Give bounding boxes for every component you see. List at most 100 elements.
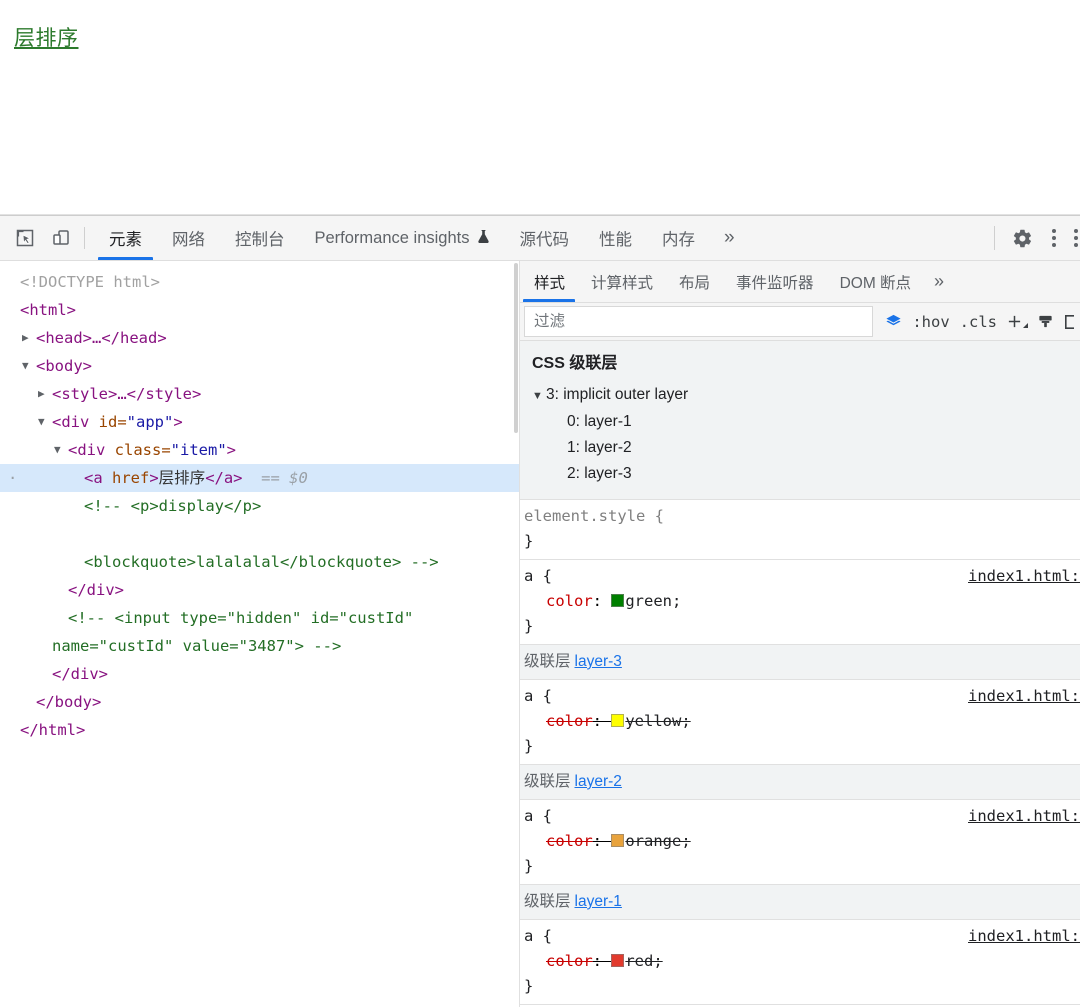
declaration-value[interactable]: orange; [625, 832, 690, 850]
dom-node-html-close[interactable]: </html> [0, 716, 519, 744]
expand-triangle-icon[interactable]: ▶ [38, 380, 52, 408]
tab-dom-breakpoints[interactable]: DOM 断点 [827, 261, 924, 302]
cascade-layer-item-2[interactable]: 2: layer-3 [520, 461, 1080, 487]
cascade-layer-root[interactable]: ▼ 3: implicit outer layer [520, 382, 1080, 409]
hover-state-button[interactable]: :hov [912, 313, 949, 331]
tab-styles[interactable]: 样式 [520, 261, 578, 302]
expand-triangle-icon[interactable]: ▼ [22, 352, 36, 380]
cascade-layer-item-0[interactable]: 0: layer-1 [520, 409, 1080, 435]
style-rule-selector[interactable]: a { [524, 564, 552, 589]
expand-triangle-icon[interactable]: ▼ [38, 408, 52, 436]
dom-node-style[interactable]: ▶ <style>…</style> [0, 380, 519, 408]
device-toolbar-icon[interactable] [48, 225, 74, 251]
style-rule-selector[interactable]: a { [524, 924, 552, 949]
declaration-value[interactable]: yellow; [625, 712, 690, 730]
styles-filter-input[interactable] [524, 306, 874, 337]
style-rule-origin-link[interactable]: index1.html: [968, 804, 1080, 829]
styles-pane-scrollbar[interactable] [1074, 341, 1080, 1007]
print-media-button[interactable] [1037, 313, 1054, 330]
dom-token-ellip: … [92, 329, 102, 347]
declaration-property[interactable]: color [546, 592, 593, 610]
dom-tree-pane[interactable]: <!DOCTYPE html> <html> ▶ <head>…</head> ▼ <bo… [0, 261, 520, 1007]
color-swatch-orange[interactable] [611, 834, 625, 847]
tab-sources[interactable]: 源代码 [505, 216, 585, 260]
expand-triangle-icon[interactable]: ▶ [22, 324, 36, 352]
declaration-property[interactable]: color [546, 952, 593, 970]
cascade-layer-bar-layer-3: 级联层 layer-3 [520, 645, 1080, 680]
expand-triangle-icon[interactable]: ▼ [54, 436, 68, 464]
style-declaration-color[interactable]: color: red; [524, 949, 1080, 974]
style-rule-selector[interactable]: a { [524, 804, 552, 829]
dom-node-html-open[interactable]: <html> [0, 296, 519, 324]
dom-node-comment-2[interactable]: <blockquote>lalalalal</blockquote> --> [0, 548, 519, 576]
dom-node-body-close[interactable]: </body> [0, 688, 519, 716]
dom-token-comment: name="custId" value="3487"> --> [52, 637, 342, 655]
kebab-menu-icon[interactable] [1039, 223, 1069, 253]
declaration-property[interactable]: color [546, 712, 593, 730]
dom-token-text: 层排序 [158, 469, 206, 487]
dom-node-div-item-close[interactable]: </div> [0, 576, 519, 604]
dom-node-doctype[interactable]: <!DOCTYPE html> [0, 268, 519, 296]
cascade-layer-bar-layer-1: 级联层 layer-1 [520, 885, 1080, 920]
inspect-element-icon[interactable] [12, 225, 38, 251]
style-declaration-color[interactable]: color: orange; [524, 829, 1080, 854]
style-rule-origin-link[interactable]: index1.html: [968, 564, 1080, 589]
styles-more-tabs-button[interactable]: » [924, 261, 954, 302]
gear-icon[interactable] [1007, 223, 1037, 253]
cascade-layer-link-layer-2[interactable]: layer-2 [575, 773, 622, 790]
tab-event-listeners[interactable]: 事件监听器 [723, 261, 827, 302]
style-declaration-color[interactable]: color: green; [524, 589, 1080, 614]
tab-performance[interactable]: 性能 [584, 216, 647, 260]
styles-pane: 样式 计算样式 布局 事件监听器 DOM 断点 » :hov .cls [520, 261, 1080, 1007]
tab-computed[interactable]: 计算样式 [578, 261, 666, 302]
computed-sidebar-button[interactable] [1064, 314, 1078, 330]
cascade-layer-link-layer-3[interactable]: layer-3 [575, 653, 622, 670]
declaration-value[interactable]: red; [625, 952, 662, 970]
dom-node-comment-1[interactable]: <!-- <p>display</p> [0, 492, 519, 520]
dom-token-attrn: id= [98, 413, 127, 431]
tab-layout[interactable]: 布局 [666, 261, 723, 302]
dom-node-a-node[interactable]: · <a href>层排序</a> == $0 [0, 464, 519, 492]
devtools-panel: 元素 网络 控制台 Performance insights 源代码 性能 内存… [0, 215, 1080, 1007]
dom-node-div-item[interactable]: ▼ <div class="item"> [0, 436, 519, 464]
tab-network[interactable]: 网络 [157, 216, 220, 260]
dom-node-div-app[interactable]: ▼ <div id="app"> [0, 408, 519, 436]
color-swatch-red[interactable] [611, 954, 625, 967]
style-rule-selector[interactable]: element.style { [524, 504, 664, 529]
dom-node-head[interactable]: ▶ <head>…</head> [0, 324, 519, 352]
dom-node-div-app-close[interactable]: </div> [0, 660, 519, 688]
tab-console[interactable]: 控制台 [220, 216, 300, 260]
tab-elements[interactable]: 元素 [94, 216, 157, 260]
color-swatch-green[interactable] [611, 594, 625, 607]
cascade-layer-link-layer-1[interactable]: layer-1 [575, 893, 622, 910]
toggle-layers-icon[interactable] [885, 313, 902, 330]
tab-memory-label: 内存 [662, 231, 695, 249]
page-anchor-link[interactable]: 层排序 [14, 22, 79, 52]
dom-token-tag: </style> [126, 385, 202, 403]
dom-pane-scrollbar[interactable] [513, 261, 519, 1007]
color-swatch-yellow[interactable] [611, 714, 625, 727]
style-rule-origin-link[interactable]: index1.html: [968, 924, 1080, 949]
dom-node-comment-3b[interactable]: name="custId" value="3487"> --> [0, 632, 519, 660]
dom-node-comment-3a[interactable]: <!-- <input type="hidden" id="custId" [0, 604, 519, 632]
declaration-property[interactable]: color [546, 832, 593, 850]
kebab-menu-icon-partial[interactable] [1071, 223, 1080, 253]
cascade-expand-triangle[interactable]: ▼ [532, 383, 546, 409]
more-tabs-button[interactable]: » [710, 216, 749, 260]
class-filter-button[interactable]: .cls [960, 313, 997, 331]
style-rule-origin-link[interactable]: index1.html: [968, 684, 1080, 709]
tab-performance-insights[interactable]: Performance insights [300, 216, 505, 260]
dom-node-comment-blank[interactable] [0, 520, 519, 548]
declaration-value[interactable]: green; [625, 592, 681, 610]
style-rule-5: a {index1.html: color: orange;} [520, 800, 1080, 885]
styles-tab-list: 样式 计算样式 布局 事件监听器 DOM 断点 » [520, 261, 1080, 303]
tab-memory[interactable]: 内存 [647, 216, 710, 260]
new-style-rule-button[interactable] [1007, 314, 1028, 329]
style-rule-0: element.style {} [520, 500, 1080, 560]
dom-token-tag: </div> [52, 665, 108, 683]
style-declaration-color[interactable]: color: yellow; [524, 709, 1080, 734]
style-rule-selector[interactable]: a { [524, 684, 552, 709]
dom-node-body-open[interactable]: ▼ <body> [0, 352, 519, 380]
dom-token-tag: </div> [68, 581, 124, 599]
cascade-layer-item-1[interactable]: 1: layer-2 [520, 435, 1080, 461]
